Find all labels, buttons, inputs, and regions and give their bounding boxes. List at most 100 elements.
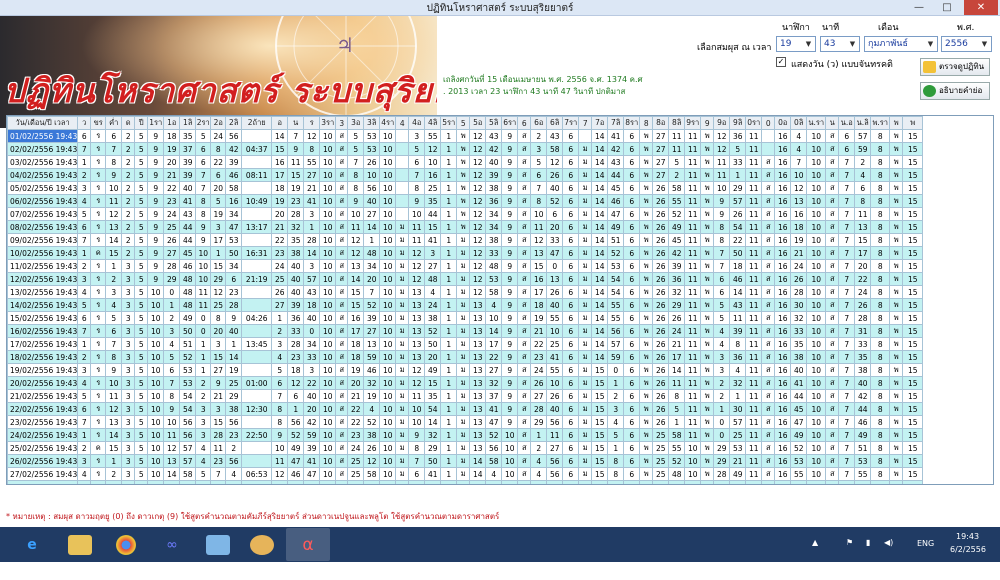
table-cell[interactable]: 1 — [195, 337, 212, 351]
table-cell[interactable]: 3 — [121, 467, 136, 481]
table-cell[interactable]: 11 — [745, 298, 763, 312]
table-cell[interactable]: 15 — [163, 480, 181, 484]
table-cell[interactable]: 11 — [745, 155, 763, 169]
table-cell[interactable]: 10 — [379, 454, 397, 468]
table-cell[interactable]: 9 — [501, 363, 519, 377]
table-cell[interactable]: 2 — [668, 168, 686, 182]
table-cell[interactable]: 6 — [623, 168, 641, 182]
table-cell[interactable]: 10 — [408, 402, 426, 416]
table-row[interactable]: 09/02/2556 19:43 7 ร 14 2 5 9 26 44 9 17 53 22 35 28 10… — [7, 233, 924, 247]
table-cell[interactable]: 15 — [902, 402, 924, 416]
table-cell[interactable]: ส — [517, 207, 532, 221]
table-cell[interactable]: 1 — [440, 233, 458, 247]
table-cell[interactable]: 27 — [652, 142, 670, 156]
table-cell[interactable]: 26 — [163, 233, 181, 247]
table-cell[interactable]: 15 — [902, 467, 924, 481]
table-cell[interactable]: ส — [825, 415, 840, 429]
table-cell[interactable]: 10 — [379, 324, 397, 338]
table-cell[interactable]: 11 — [408, 389, 426, 403]
table-cell[interactable]: พ — [889, 350, 904, 364]
table-cell[interactable]: 06:53 — [241, 467, 273, 481]
table-cell[interactable]: 45 — [668, 233, 686, 247]
table-cell[interactable]: 22 — [271, 233, 289, 247]
table-cell[interactable]: 26 — [347, 480, 365, 484]
table-cell[interactable]: 48 — [485, 259, 503, 273]
table-cell[interactable]: 55 — [424, 129, 442, 143]
table-cell[interactable]: พ — [639, 376, 654, 390]
table-cell[interactable]: 45 — [790, 402, 808, 416]
column-header[interactable]: 3 — [335, 116, 349, 130]
column-header[interactable]: 4ลิ — [424, 116, 442, 130]
table-cell[interactable]: 17 — [485, 337, 503, 351]
table-cell[interactable]: ม — [578, 480, 593, 484]
table-cell[interactable]: 25 — [729, 428, 747, 442]
table-cell[interactable]: 1 — [668, 415, 686, 429]
table-cell[interactable]: 10 — [379, 428, 397, 442]
table-cell[interactable]: ส — [761, 467, 776, 481]
column-header[interactable]: 8รา — [623, 116, 641, 130]
table-cell[interactable]: พ — [700, 441, 715, 455]
table-cell[interactable]: 11 — [745, 402, 763, 416]
table-cell[interactable]: พ — [700, 389, 715, 403]
table-cell[interactable]: 11 — [684, 389, 702, 403]
table-cell[interactable]: 26 — [652, 285, 670, 299]
table-cell[interactable]: 6 — [195, 155, 212, 169]
table-cell[interactable]: 14 — [469, 467, 487, 481]
table-cell[interactable]: 28 — [210, 428, 227, 442]
table-cell[interactable]: 19 — [163, 142, 181, 156]
table-cell[interactable]: 17 — [854, 246, 872, 260]
table-cell[interactable]: 47 — [790, 415, 808, 429]
table-cell[interactable]: พ — [639, 142, 654, 156]
table-cell[interactable]: 32 — [287, 220, 305, 234]
column-header[interactable]: ด — [121, 116, 136, 130]
table-cell[interactable]: 58 — [363, 467, 381, 481]
table-cell[interactable]: 6 — [562, 259, 580, 273]
table-cell[interactable]: 25 — [546, 337, 564, 351]
table-cell[interactable]: 13 — [469, 389, 487, 403]
column-header[interactable]: ค่ำ — [105, 116, 123, 130]
table-cell[interactable]: 14 — [591, 155, 609, 169]
table-cell[interactable]: พ — [639, 402, 654, 416]
table-cell[interactable]: 21 — [210, 389, 227, 403]
table-cell[interactable]: 10 — [319, 233, 337, 247]
table-cell[interactable]: 5 — [134, 454, 149, 468]
table-cell[interactable] — [241, 454, 273, 468]
table-cell[interactable]: 6 — [287, 389, 305, 403]
table-cell[interactable]: 5 — [134, 207, 149, 221]
table-cell[interactable]: ม — [578, 441, 593, 455]
table-cell[interactable]: 11 — [745, 389, 763, 403]
table-cell[interactable]: ส — [825, 194, 840, 208]
table-cell[interactable]: 7 — [530, 181, 548, 195]
table-cell[interactable] — [241, 129, 273, 143]
table-cell[interactable]: 16 — [774, 272, 792, 286]
table-cell[interactable]: 3 — [530, 142, 548, 156]
table-cell[interactable]: 15 — [902, 181, 924, 195]
table-cell[interactable]: 4 — [195, 441, 212, 455]
table-cell[interactable]: 12 — [790, 181, 808, 195]
table-cell[interactable]: 25 — [210, 298, 227, 312]
table-cell[interactable]: 39 — [179, 168, 197, 182]
table-cell[interactable]: 20 — [210, 324, 227, 338]
table-cell[interactable]: 53 — [729, 441, 747, 455]
column-header[interactable]: ร — [303, 116, 321, 130]
table-cell[interactable]: 58 — [668, 428, 686, 442]
table-cell[interactable]: 11 — [745, 194, 763, 208]
table-cell[interactable]: 21 — [271, 220, 289, 234]
table-cell[interactable]: 40 — [485, 155, 503, 169]
table-cell[interactable]: 8 — [347, 168, 365, 182]
table-cell[interactable]: 6 — [105, 324, 123, 338]
table-cell[interactable]: 13 — [546, 272, 564, 286]
table-cell[interactable]: 4 — [195, 454, 212, 468]
table-cell[interactable]: 6 — [271, 376, 289, 390]
table-cell[interactable]: 5 — [134, 194, 149, 208]
table-cell[interactable]: 16 — [774, 480, 792, 484]
table-cell[interactable]: 10 — [319, 272, 337, 286]
table-cell[interactable]: 29 — [668, 298, 686, 312]
table-cell[interactable]: 12 — [408, 259, 426, 273]
table-cell[interactable]: 23 — [347, 428, 365, 442]
table-cell[interactable]: 10 — [319, 142, 337, 156]
table-cell[interactable]: ส — [761, 233, 776, 247]
table-row[interactable]: 19/02/2556 19:43 3 ร 9 3 5 10 6 53 1 27 19 5 18 3 10 ส 19… — [7, 363, 924, 377]
date-cell[interactable]: 12/02/2556 19:43 — [7, 272, 79, 286]
table-cell[interactable]: 15 — [347, 285, 365, 299]
